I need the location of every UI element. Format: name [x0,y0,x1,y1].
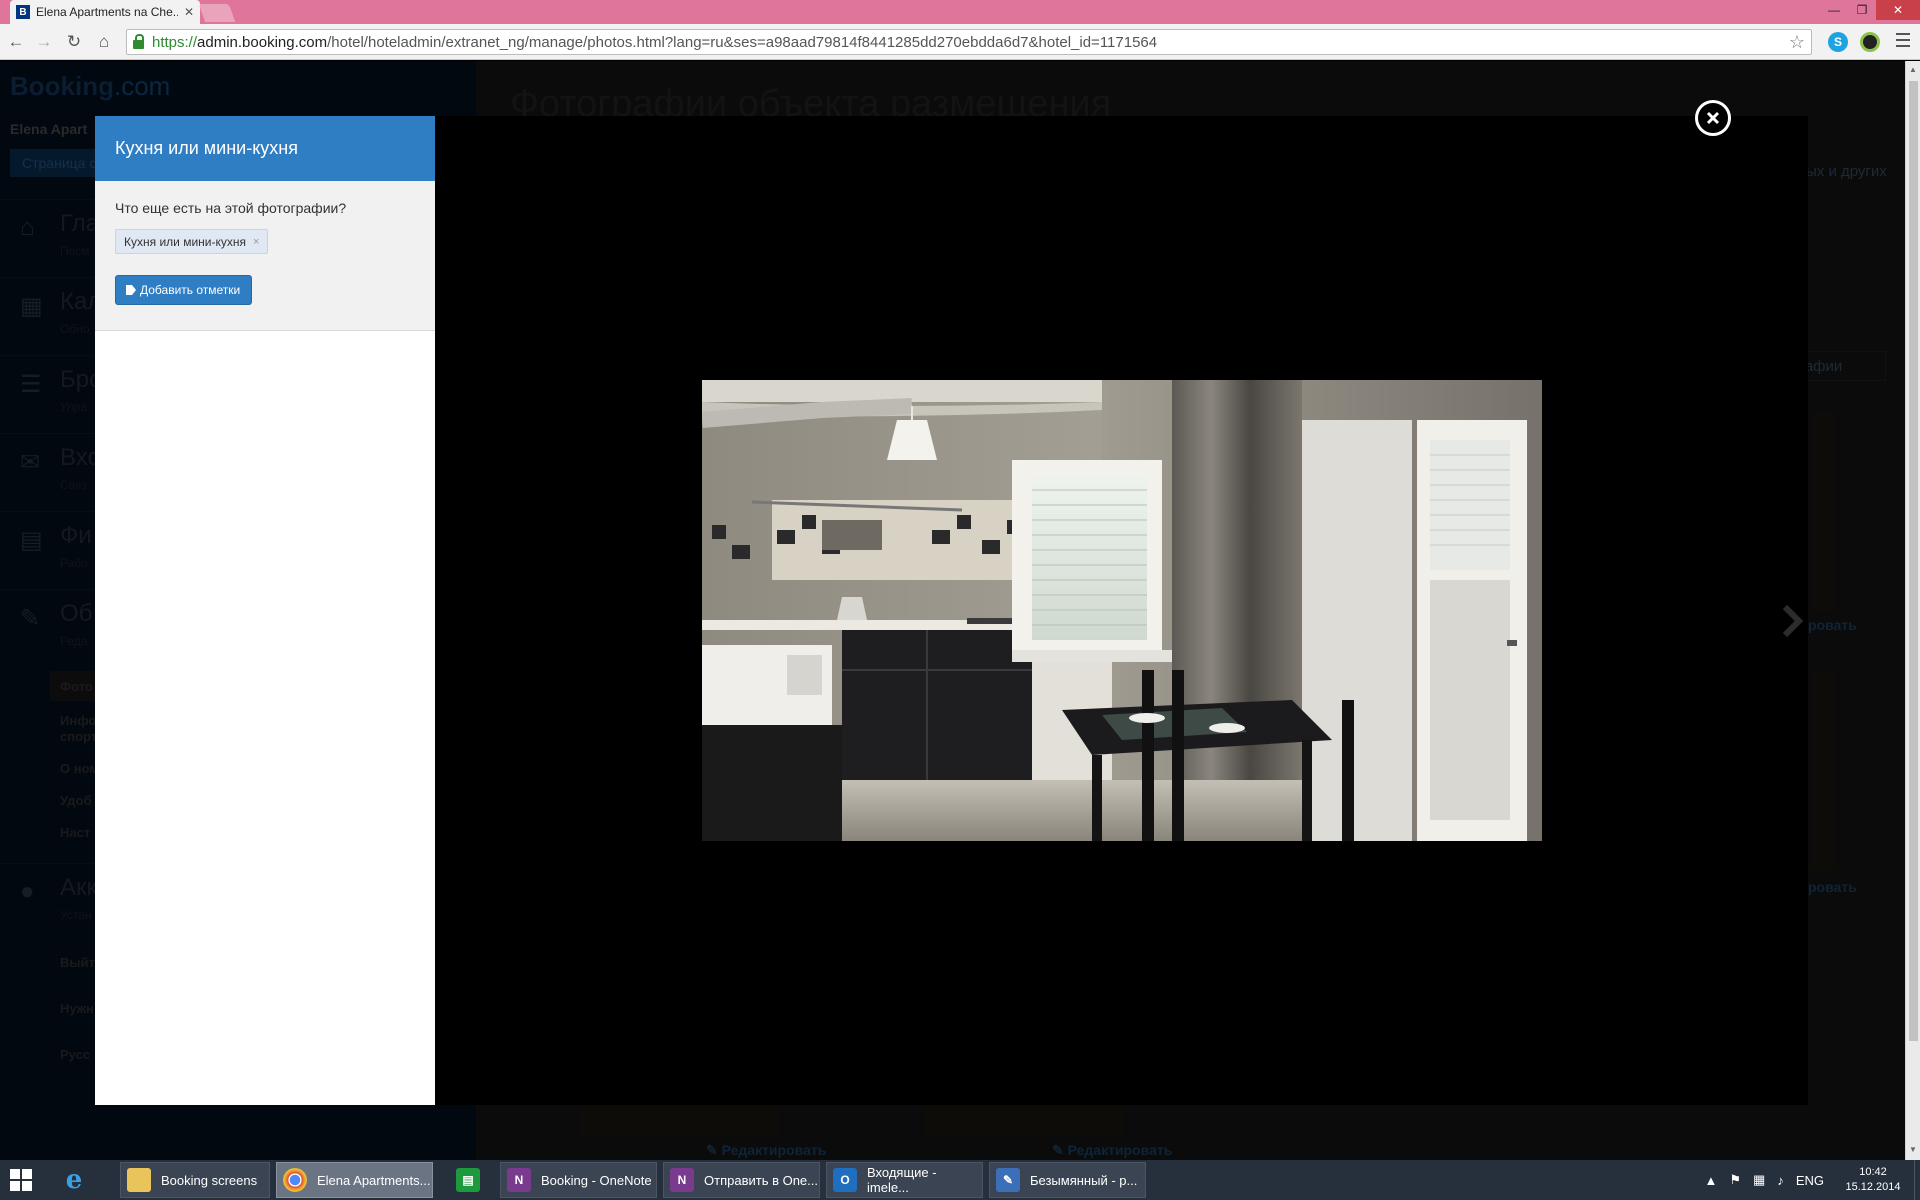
scrollbar-thumb[interactable] [1909,81,1918,1041]
new-tab-button[interactable] [198,4,236,22]
tab-title: Elena Apartments na Che... [36,5,178,19]
bg-subnav-item: Удоб [60,793,92,808]
chrome-icon [283,1168,307,1192]
bg-subnav-item: Наст [60,825,91,840]
url-host: admin.booking.com [197,33,328,51]
clock[interactable]: 10:42 15.12.2014 [1836,1165,1910,1195]
bg-logout: Выйт [60,955,95,970]
bg-help: Нужн [60,1001,94,1016]
list-icon: ☰ [20,371,42,398]
ledger-icon: ▤ [20,527,43,554]
url-scheme: https:// [152,33,198,51]
booking-logo: Booking.com [10,71,171,101]
tray-expand-icon[interactable]: ▲ [1705,1173,1718,1188]
bg-photo-thumb [924,1106,1124,1136]
windows-store-icon[interactable]: ▤ [450,1162,490,1198]
show-desktop-button[interactable] [1914,1160,1920,1200]
photo-stage [435,116,1808,1105]
internet-explorer-icon[interactable]: e [56,1162,106,1198]
secure-lock-icon [133,33,144,49]
bg-edit-link: ✎ Редактировать [706,1142,827,1158]
clock-time: 10:42 [1859,1166,1887,1178]
chrome-menu-icon[interactable] [1896,33,1910,47]
taskbar-item-onenote-clip[interactable]: N Отправить в One... [663,1162,820,1198]
taskbar-item-chrome[interactable]: Elena Apartments... [276,1162,433,1198]
bg-text-fragment: ых и других [1806,163,1887,180]
tag-chip: Кухня или мини-кухня × [115,229,269,254]
skype-icon[interactable]: S [1828,32,1848,52]
panel-title: Кухня или мини-кухня [95,116,435,181]
clock-date: 15.12.2014 [1845,1181,1901,1193]
photo-tags-panel: Кухня или мини-кухня Что еще есть на это… [95,116,435,1105]
onenote-icon: N [507,1168,531,1192]
bg-subnav-item: О ном [60,761,99,776]
add-tags-button-label: Добавить отметки [140,283,241,297]
action-center-flag-icon[interactable]: ⚑ [1729,1172,1741,1188]
envelope-icon: ✉ [20,449,41,476]
taskbar-item-folder[interactable]: Booking screens [120,1162,270,1198]
address-bar[interactable]: https:// admin.booking.com /hotel/hotela… [126,29,1812,55]
onenote-clip-icon: N [670,1168,694,1192]
user-icon: ● [20,878,35,905]
back-arrow-icon[interactable]: ← [6,32,26,52]
bg-photo-thumb [579,1106,779,1136]
folder-icon [127,1168,151,1192]
browser-tab-active[interactable]: B Elena Apartments na Che... ✕ [10,0,200,24]
language-indicator[interactable]: ENG [1796,1173,1824,1188]
network-icon[interactable]: ▦ [1753,1172,1765,1188]
window-controls: — ❐ ✕ [1820,0,1920,20]
tag-chip-label: Кухня или мини-кухня [124,234,246,249]
next-photo-chevron-icon[interactable] [1778,596,1808,646]
booking-favicon-icon: B [16,5,30,19]
outlook-icon: O [833,1168,857,1192]
bg-photo-thumb [1811,411,1835,611]
browser-title-bar: B Elena Apartments na Che... ✕ — ❐ ✕ [0,0,1920,24]
windows-taskbar: e Booking screens Elena Apartments... ▤ … [0,1160,1920,1200]
home-icon[interactable]: ⌂ [94,32,114,52]
scroll-up-arrow-icon[interactable]: ▲ [1909,65,1917,74]
taskbar-item-onenote[interactable]: N Booking - OneNote [500,1162,657,1198]
system-tray: ▲ ⚑ ▦ ♪ ENG 10:42 15.12.2014 [1705,1160,1920,1200]
bookmark-star-icon[interactable]: ☆ [1789,32,1805,53]
bg-subnav-item: Фото [60,679,93,694]
windows-start-icon[interactable] [10,1169,32,1191]
scroll-down-arrow-icon[interactable]: ▼ [1909,1145,1917,1154]
bg-property-name: Elena Apart [10,121,88,137]
calendar-icon: ▦ [20,293,43,320]
taskbar-item-paint[interactable]: ✎ Безымянный - p... [989,1162,1146,1198]
minimize-icon[interactable]: — [1820,0,1848,20]
pencil-icon: ✎ [20,605,41,632]
close-lightbox-icon[interactable] [1695,100,1731,136]
taskbar-item-outlook[interactable]: O Входящие - imele... [826,1162,983,1198]
restore-icon[interactable]: ❐ [1848,0,1876,20]
tab-close-icon[interactable]: ✕ [184,5,194,19]
kitchen-photo [702,380,1542,841]
bg-language: Русс [60,1047,91,1062]
bg-edit-link: ✎ Редактировать [1052,1142,1173,1158]
home-icon: ⌂ [20,214,35,241]
add-tags-button[interactable]: Добавить отметки [115,275,252,305]
forward-arrow-icon[interactable]: → [34,32,54,52]
paint-icon: ✎ [996,1168,1020,1192]
bg-edit-link: ровать [1808,879,1857,895]
volume-icon[interactable]: ♪ [1777,1173,1784,1188]
window-close-icon[interactable]: ✕ [1876,0,1920,20]
tags-question: Что еще есть на этой фотографии? [115,200,347,216]
tag-remove-icon[interactable]: × [253,236,259,248]
bg-edit-link: ровать [1808,617,1857,633]
photo-lightbox: Кухня или мини-кухня Что еще есть на это… [95,116,1808,1105]
extension-icon[interactable] [1860,32,1880,52]
reload-icon[interactable]: ↻ [64,32,84,52]
panel-body: Что еще есть на этой фотографии? Кухня и… [95,181,435,331]
bg-subnav-item: Инфо [60,713,97,728]
bg-subnav-item: спорт [60,729,98,744]
url-path: /hotel/hoteladmin/extranet_ng/manage/pho… [327,33,1158,51]
page-scrollbar[interactable]: ▲ ▼ [1905,61,1920,1160]
tag-icon [126,285,136,295]
browser-toolbar: ← → ↻ ⌂ https:// admin.booking.com /hote… [0,24,1920,60]
bg-photo-thumb [1811,671,1835,871]
